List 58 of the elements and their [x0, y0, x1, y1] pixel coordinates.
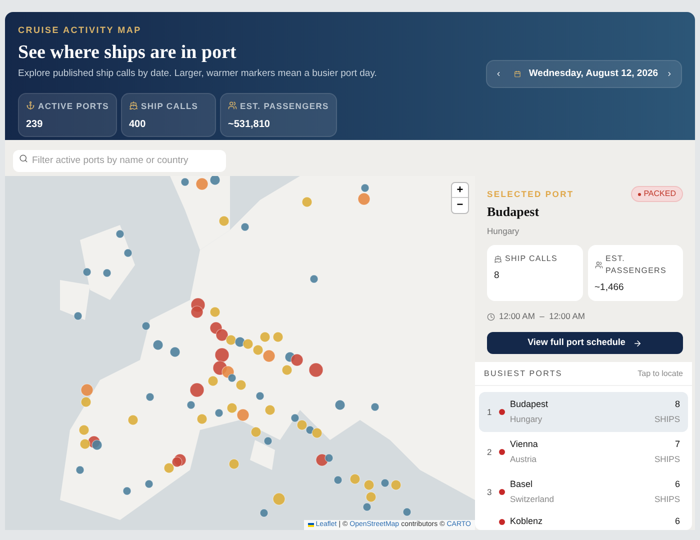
- port-row[interactable]: 1 Budapest Hungary 8 SHIPS: [479, 392, 688, 432]
- stat-label: EST. PASSENGERS: [606, 253, 668, 278]
- users-icon: [228, 101, 237, 110]
- rank-number: 2: [487, 446, 493, 458]
- calendar-icon: [514, 69, 521, 79]
- port-name: Vienna: [510, 438, 539, 451]
- port-country: Hungary: [510, 413, 544, 426]
- port-name: Budapest: [487, 203, 540, 221]
- page-subtitle: Explore published ship calls by date. Larger, warmer markers mean a busier port day.: [18, 67, 378, 82]
- ship-icon: [494, 255, 502, 264]
- port-country: Hungary: [487, 224, 520, 238]
- stat-value: ~531,810: [228, 118, 271, 132]
- hours-text: 12:00 AM – 12:00 AM: [499, 310, 586, 323]
- stat-value: 239: [26, 118, 44, 132]
- stat-value: 8: [494, 269, 500, 284]
- count-unit: SHIPS: [654, 493, 680, 506]
- arrow-right-icon: [633, 338, 642, 348]
- clock-icon: [487, 312, 495, 321]
- port-country: Austria: [510, 453, 538, 466]
- previous-day-button[interactable]: [495, 69, 502, 79]
- date-label: Wednesday, August 12, 2026: [528, 66, 658, 81]
- ship-icon: [128, 101, 138, 110]
- count-unit: SHIPS: [654, 413, 680, 426]
- ship-count: 8: [674, 398, 680, 411]
- port-name: Basel: [510, 478, 534, 491]
- port-row[interactable]: 2 Vienna Austria 7 SHIPS: [479, 432, 688, 472]
- page-title: See where ships are in port: [18, 40, 238, 64]
- stat-value: ~1,466: [594, 281, 625, 296]
- zoom-in-button[interactable]: +: [452, 183, 468, 198]
- rank-number: 1: [487, 406, 493, 418]
- count-unit: SHIPS: [654, 453, 680, 466]
- ship-count: 7: [674, 438, 680, 451]
- search-icon: [19, 154, 28, 162]
- section-label: SELECTED PORT: [487, 188, 574, 201]
- port-row[interactable]: Koblenz 6: [479, 512, 688, 530]
- next-day-button[interactable]: [666, 69, 673, 79]
- users-icon: [594, 261, 602, 270]
- port-name: Koblenz: [510, 515, 544, 528]
- port-row[interactable]: 3 Basel Switzerland 6 SHIPS: [479, 472, 688, 512]
- status-badge: PACKED: [630, 186, 683, 202]
- search-field[interactable]: Filter active ports by name or country: [13, 150, 226, 172]
- zoom-out-button[interactable]: −: [452, 198, 468, 213]
- stat-label: EST. PASSENGERS: [240, 100, 329, 112]
- anchor-icon: [26, 101, 35, 110]
- stat-value: 400: [128, 118, 147, 132]
- stat-label: SHIP CALLS: [140, 100, 198, 112]
- stat-label: ACTIVE PORTS: [38, 100, 109, 112]
- hint-text: Tap to locate: [638, 368, 683, 380]
- eyebrow-label: CRUISE ACTIVITY MAP: [18, 24, 142, 37]
- rank-number: 3: [487, 486, 493, 498]
- port-country: Switzerland: [510, 493, 555, 506]
- section-label: BUSIEST PORTS: [484, 368, 562, 380]
- stat-label: SHIP CALLS: [505, 253, 558, 266]
- port-name: Budapest: [510, 398, 550, 411]
- ship-count: 6: [674, 478, 680, 491]
- flag-icon: [308, 522, 314, 527]
- ship-count: 6: [674, 515, 680, 528]
- view-schedule-button[interactable]: View full port schedule: [487, 332, 683, 354]
